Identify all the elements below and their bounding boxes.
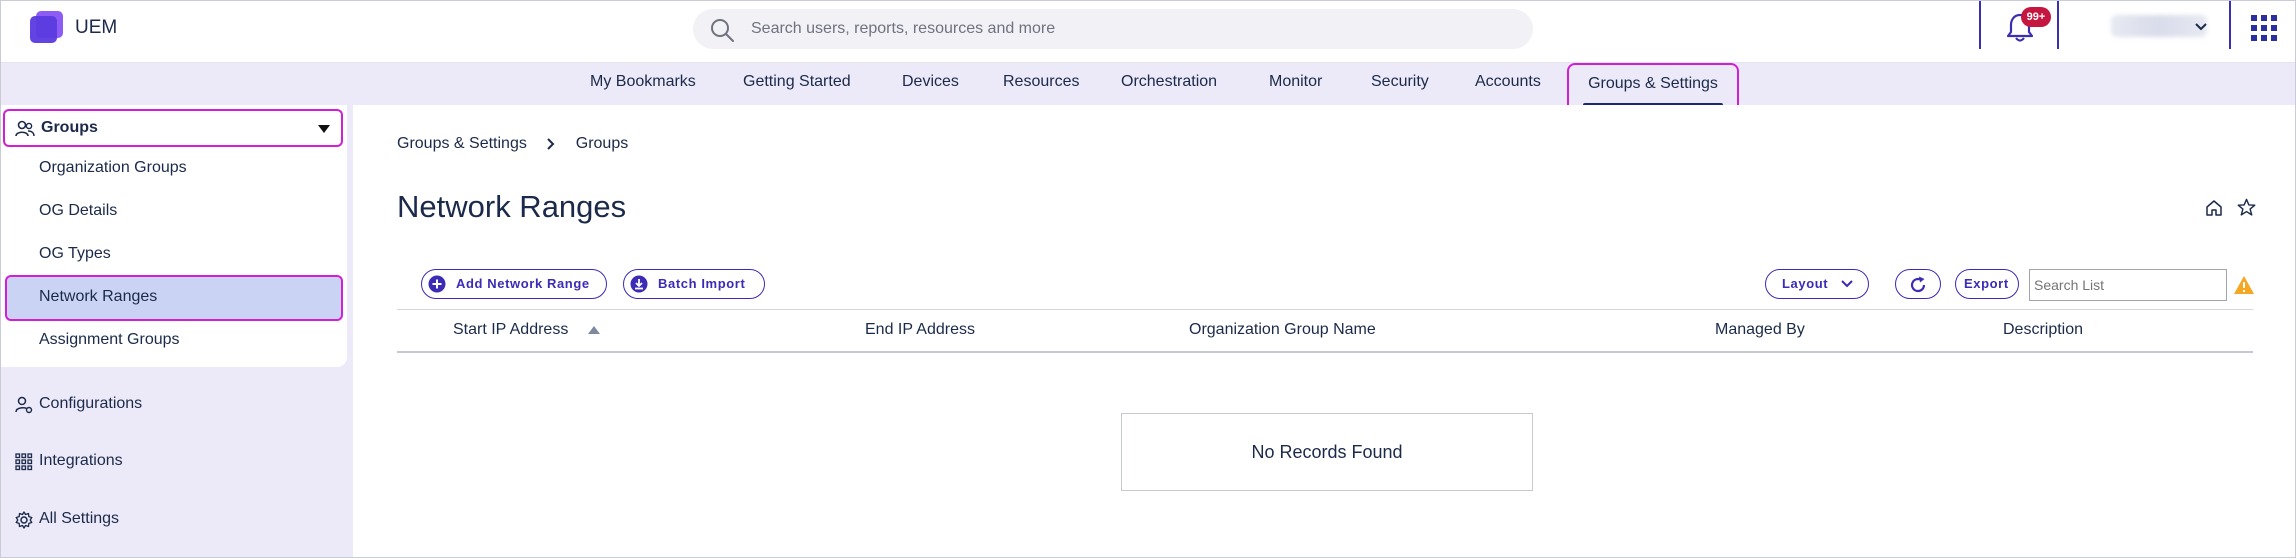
nav-security[interactable]: Security: [1371, 63, 1429, 105]
gear-icon: [15, 511, 33, 529]
header-divider: [2057, 1, 2059, 49]
top-header: UEM 99+: [1, 1, 2295, 63]
groups-label: Groups: [41, 119, 98, 136]
star-icon[interactable]: [2237, 198, 2256, 217]
nav-resources[interactable]: Resources: [1003, 63, 1079, 105]
table-header: Start IP Address End IP Address Organiza…: [397, 309, 2253, 353]
sidebar-item-assignment-groups[interactable]: Assignment Groups: [39, 331, 180, 349]
column-header-description[interactable]: Description: [2003, 321, 2083, 339]
nav-devices[interactable]: Devices: [902, 63, 959, 105]
chevron-down-icon: [1841, 280, 1853, 288]
nav-monitor[interactable]: Monitor: [1269, 63, 1322, 105]
sidebar-item-og-details[interactable]: OG Details: [39, 202, 117, 220]
column-header-managed-by[interactable]: Managed By: [1715, 321, 1805, 339]
groups-panel: Groups Organization Groups OG Details OG…: [1, 105, 347, 367]
sidebar-section-label: Configurations: [39, 395, 143, 412]
import-icon: [630, 275, 648, 293]
add-network-range-button[interactable]: Add Network Range: [421, 269, 607, 299]
warning-icon: [2234, 276, 2254, 294]
nav-getting-started[interactable]: Getting Started: [743, 63, 851, 105]
breadcrumb: Groups & Settings Groups: [397, 135, 628, 153]
column-header-organization-group-name[interactable]: Organization Group Name: [1189, 321, 1376, 339]
global-search-input[interactable]: [751, 9, 1511, 49]
main-content: Groups & Settings Groups Network Ranges …: [353, 105, 2295, 557]
people-icon: [15, 120, 35, 137]
groups-section-header[interactable]: Groups: [3, 109, 343, 147]
column-header-start-ip[interactable]: Start IP Address: [453, 321, 568, 339]
sidebar-item-label: Network Ranges: [39, 288, 158, 305]
nav-orchestration[interactable]: Orchestration: [1121, 63, 1217, 105]
sidebar-section-label: Integrations: [39, 452, 123, 469]
header-divider: [1979, 1, 1981, 49]
person-gear-icon: [15, 396, 33, 414]
grid-dots-icon: [15, 453, 33, 471]
breadcrumb-item-groups[interactable]: Groups: [576, 135, 628, 152]
column-header-end-ip[interactable]: End IP Address: [865, 321, 975, 339]
chevron-right-icon: [547, 138, 555, 150]
layout-label: Layout: [1782, 276, 1829, 291]
page-title: Network Ranges: [397, 189, 627, 224]
search-icon: [711, 19, 734, 42]
global-search-bar[interactable]: [693, 9, 1533, 49]
sidebar-item-network-ranges[interactable]: Network Ranges: [5, 275, 343, 321]
layout-dropdown-button[interactable]: Layout: [1765, 269, 1869, 299]
app-window: UEM 99+ My Bookmar: [0, 0, 2296, 558]
sort-ascending-icon[interactable]: [587, 325, 601, 335]
plus-circle-icon: [428, 275, 446, 293]
batch-import-button[interactable]: Batch Import: [623, 269, 765, 299]
notification-badge: 99+: [2021, 7, 2051, 27]
nav-groups-settings-label: Groups & Settings: [1588, 75, 1718, 92]
home-icon[interactable]: [2205, 199, 2223, 217]
refresh-icon: [1910, 276, 1926, 293]
export-button[interactable]: Export: [1955, 269, 2019, 299]
main-nav: My Bookmarks Getting Started Devices Res…: [1, 63, 2295, 125]
caret-down-icon[interactable]: [317, 124, 331, 134]
header-divider: [2229, 1, 2231, 49]
export-label: Export: [1964, 276, 2009, 291]
chevron-down-icon[interactable]: [2193, 19, 2209, 35]
sidebar-item-organization-groups[interactable]: Organization Groups: [39, 159, 187, 177]
uem-logo-icon[interactable]: [27, 11, 65, 45]
nav-my-bookmarks[interactable]: My Bookmarks: [590, 63, 696, 105]
sidebar-section-label: All Settings: [39, 510, 120, 527]
app-launcher-grid-icon[interactable]: [2251, 15, 2277, 41]
search-list-input[interactable]: [2029, 269, 2227, 301]
nav-accounts[interactable]: Accounts: [1475, 63, 1541, 105]
sidebar-item-og-types[interactable]: OG Types: [39, 245, 111, 263]
refresh-button[interactable]: [1895, 269, 1941, 299]
breadcrumb-item-groups-settings[interactable]: Groups & Settings: [397, 135, 527, 152]
sidebar: Groups Organization Groups OG Details OG…: [1, 105, 353, 557]
add-network-range-label: Add Network Range: [456, 276, 590, 291]
empty-state-message: No Records Found: [1121, 413, 1533, 491]
batch-import-label: Batch Import: [658, 276, 746, 291]
app-name: UEM: [75, 17, 118, 38]
